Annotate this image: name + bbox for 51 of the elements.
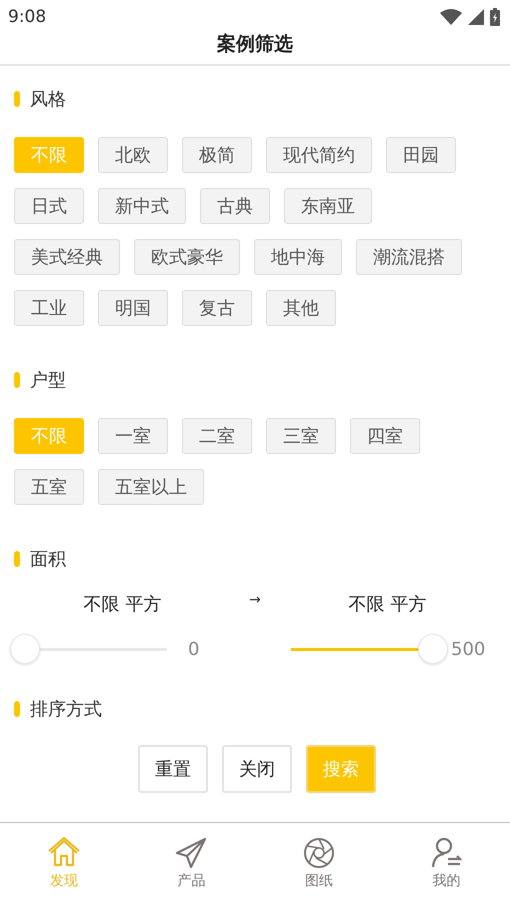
section-title: 排序方式 [30,698,102,722]
filter-chip[interactable]: 潮流混搭 [356,239,462,275]
filter-chip[interactable]: 古典 [200,188,270,224]
aperture-icon [302,837,335,869]
filter-chip[interactable]: 五室 [14,469,84,505]
action-button[interactable]: 重置 [138,745,208,793]
filter-chip[interactable]: 欧式豪华 [134,239,240,275]
section-marker [14,91,20,107]
filter-chip[interactable]: 新中式 [98,188,186,224]
filter-chip[interactable]: 四室 [350,418,420,454]
slider-thumb[interactable] [10,634,40,664]
filter-chip[interactable]: 日式 [14,188,84,224]
section-title: 风格 [30,88,66,112]
page-title: 案例筛选 [217,32,293,56]
filter-chip[interactable]: 地中海 [254,239,342,275]
filter-chip[interactable]: 复古 [182,290,252,326]
filter-chip[interactable]: 极简 [182,137,252,173]
filter-chip[interactable]: 一室 [98,418,168,454]
filter-chip[interactable]: 美式经典 [14,239,120,275]
action-button[interactable]: 关闭 [222,745,292,793]
filter-chip[interactable]: 现代简约 [266,137,372,173]
filter-chip[interactable]: 北欧 [98,137,168,173]
wifi-icon [440,9,462,25]
filter-chip[interactable]: 明国 [98,290,168,326]
nav-tab[interactable]: 产品 [128,823,255,908]
section-title: 面积 [30,548,66,572]
nav-tab[interactable]: 我的 [382,823,510,908]
paper-plane-icon [175,837,208,869]
slider-value: 0 [188,638,200,662]
range-label: 不限 平方 [82,593,162,617]
battery-icon [490,8,500,26]
home-icon [48,837,80,869]
range-arrow: → [248,591,262,609]
section-title: 户型 [30,368,66,392]
filter-chip[interactable]: 其他 [266,290,336,326]
user-icon [430,837,462,869]
filter-chip[interactable]: 三室 [266,418,336,454]
slider-thumb[interactable] [418,634,448,664]
range-label: 不限 平方 [348,593,428,617]
filter-chip[interactable]: 五室以上 [98,469,204,505]
signal-icon [468,9,484,25]
filter-chip[interactable]: 东南亚 [284,188,372,224]
filter-chip[interactable]: 工业 [14,290,84,326]
section-marker [14,551,20,567]
filter-chip[interactable]: 田园 [386,137,456,173]
nav-tab[interactable]: 图纸 [255,823,382,908]
slider-value: 500 [451,638,486,662]
filter-chip[interactable]: 二室 [182,418,252,454]
status-time: 9:08 [8,6,46,28]
section-marker [14,701,20,717]
section-marker [14,372,20,388]
